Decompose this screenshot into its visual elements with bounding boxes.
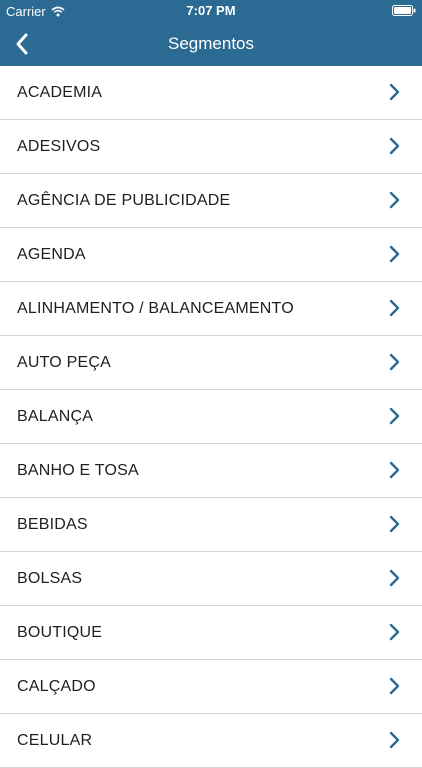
list-item-label: BOUTIQUE [17,624,103,641]
list-item[interactable]: CELULAR [0,714,422,768]
chevron-right-icon [389,677,400,695]
list-item-label: ALINHAMENTO / BALANCEAMENTO [17,300,294,317]
list-item[interactable]: ALINHAMENTO / BALANCEAMENTO [0,282,422,336]
list-item[interactable]: AUTO PEÇA [0,336,422,390]
list-item[interactable]: ADESIVOS [0,120,422,174]
list-item-label: AGENDA [17,246,86,263]
chevron-right-icon [389,137,400,155]
list-item[interactable]: ACADEMIA [0,66,422,120]
list-item-label: ADESIVOS [17,138,101,155]
list-item-label: AUTO PEÇA [17,354,111,371]
list-item-label: BANHO E TOSA [17,462,139,479]
list-item-label: BALANÇA [17,408,94,425]
battery-icon [392,5,416,16]
list-item-label: AGÊNCIA DE PUBLICIDADE [17,192,231,209]
list-item[interactable]: BALANÇA [0,390,422,444]
top-bar: Carrier 7:07 PM Segmentos [0,0,422,66]
list-item-label: CALÇADO [17,678,96,695]
chevron-right-icon [389,515,400,533]
chevron-right-icon [389,623,400,641]
chevron-right-icon [389,569,400,587]
chevron-right-icon [389,83,400,101]
chevron-right-icon [389,461,400,479]
list-item-label: BOLSAS [17,570,83,587]
chevron-right-icon [389,191,400,209]
list-item[interactable]: AGÊNCIA DE PUBLICIDADE [0,174,422,228]
list-item[interactable]: BEBIDAS [0,498,422,552]
navigation-bar: Segmentos [0,22,422,66]
list-item[interactable]: BOLSAS [0,552,422,606]
list-item[interactable]: AGENDA [0,228,422,282]
chevron-right-icon [389,731,400,749]
chevron-right-icon [389,407,400,425]
status-time: 7:07 PM [186,3,236,18]
list-item[interactable]: CALÇADO [0,660,422,714]
chevron-right-icon [389,245,400,263]
list-item[interactable]: BOUTIQUE [0,606,422,660]
page-title: Segmentos [168,34,254,53]
list-item-label: BEBIDAS [17,516,88,533]
list-item[interactable]: BANHO E TOSA [0,444,422,498]
segments-list: ACADEMIA ADESIVOS AGÊNCIA DE PUBLICIDADE… [0,66,422,768]
chevron-right-icon [389,353,400,371]
chevron-right-icon [389,299,400,317]
list-item-label: CELULAR [17,732,93,749]
status-bar: Carrier 7:07 PM [0,0,422,22]
list-item-label: ACADEMIA [17,84,103,101]
